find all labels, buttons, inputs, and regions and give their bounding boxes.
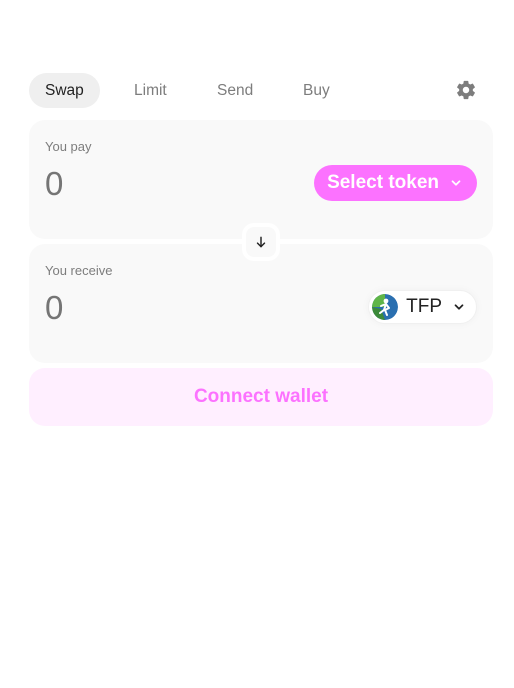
- pay-amount-input[interactable]: [45, 165, 245, 203]
- connect-wallet-button[interactable]: Connect wallet: [29, 368, 493, 426]
- chevron-down-icon: [454, 304, 464, 310]
- pay-panel: You pay Select token: [29, 120, 493, 239]
- receive-token-selector[interactable]: TFP: [368, 290, 477, 324]
- pay-label: You pay: [45, 139, 92, 154]
- swap-tabs: Swap Limit Send Buy: [29, 73, 493, 108]
- receive-panel: You receive TFP: [29, 244, 493, 363]
- select-token-label: Select token: [327, 172, 439, 193]
- switch-tokens-button[interactable]: [242, 223, 280, 261]
- gear-icon[interactable]: [455, 79, 477, 101]
- tab-swap[interactable]: Swap: [29, 73, 100, 108]
- receive-token-symbol: TFP: [406, 296, 442, 317]
- receive-amount-input[interactable]: [45, 289, 245, 327]
- tab-limit[interactable]: Limit: [118, 73, 183, 108]
- arrow-down-icon: [256, 236, 266, 248]
- select-token-button[interactable]: Select token: [314, 165, 477, 201]
- tab-buy[interactable]: Buy: [287, 73, 346, 108]
- receive-label: You receive: [45, 263, 113, 278]
- tab-send[interactable]: Send: [201, 73, 269, 108]
- tfp-token-logo: [372, 294, 399, 320]
- chevron-down-icon: [451, 180, 461, 186]
